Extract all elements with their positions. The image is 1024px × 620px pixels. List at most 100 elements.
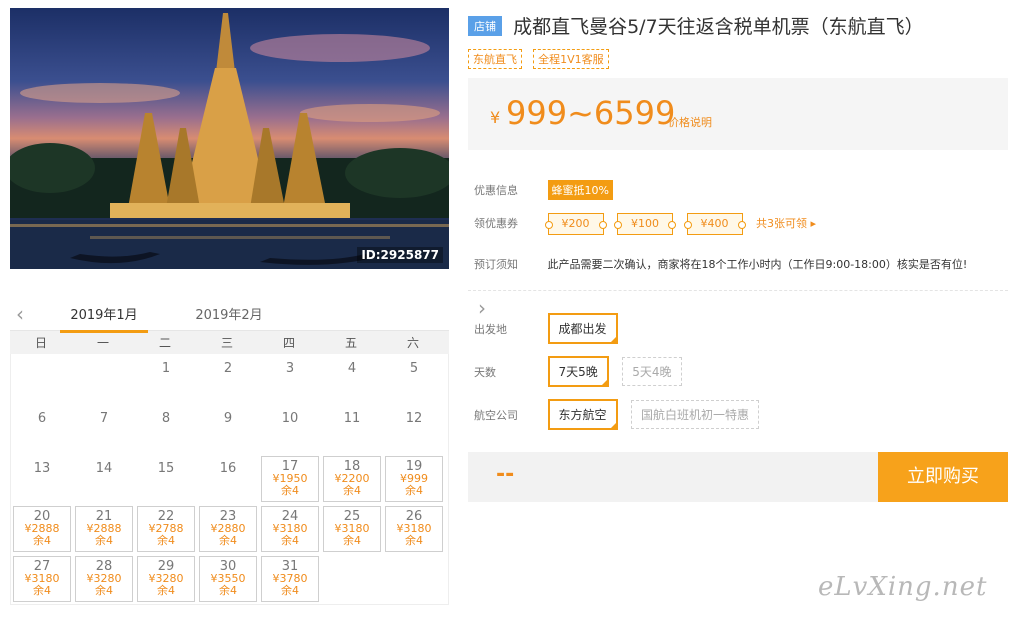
day-stock: 余4 xyxy=(95,534,113,547)
calendar-day-9: 9 xyxy=(197,404,259,454)
day-number: 5 xyxy=(409,361,419,376)
departure-label: 出发地 xyxy=(474,323,507,336)
calendar-day-29[interactable]: 29 ¥3280 余4 xyxy=(137,556,195,602)
buy-now-button[interactable]: 立即购买 xyxy=(878,452,1008,502)
day-number: 9 xyxy=(223,411,233,426)
chevron-left-icon[interactable]: ‹ xyxy=(16,302,24,326)
day-stock: 余4 xyxy=(281,534,299,547)
photo-id-label: ID:2925877 xyxy=(357,247,443,263)
calendar-day-31[interactable]: 31 ¥3780 余4 xyxy=(261,556,319,602)
day-stock: 余4 xyxy=(343,534,361,547)
buy-bar: -- 立即购买 xyxy=(468,452,1008,502)
day-stock: 余4 xyxy=(281,584,299,597)
promo-label: 优惠信息 xyxy=(474,184,518,197)
option-airline-eastern[interactable]: 东方航空 xyxy=(547,399,618,430)
day-number: 16 xyxy=(219,461,237,476)
calendar-day-17[interactable]: 17 ¥1950 余4 xyxy=(261,456,319,502)
calendar-day-13: 13 xyxy=(11,454,73,504)
calendar-day-24[interactable]: 24 ¥3180 余4 xyxy=(261,506,319,552)
day-number: 8 xyxy=(161,411,171,426)
calendar-day-27[interactable]: 27 ¥3180 余4 xyxy=(13,556,71,602)
day-stock: 余4 xyxy=(219,584,237,597)
day-stock: 余4 xyxy=(281,484,299,497)
day-stock: 余4 xyxy=(95,584,113,597)
title-row: 店铺 成都直飞曼谷5/7天往返含税单机票（东航直飞） xyxy=(468,12,924,39)
weekday-sun: 日 xyxy=(34,336,47,350)
day-stock: 余4 xyxy=(405,534,423,547)
calendar-blank-cell xyxy=(11,354,73,404)
days-label: 天数 xyxy=(474,366,496,379)
site-watermark: eLvXing.net xyxy=(818,572,988,602)
calendar-day-20[interactable]: 20 ¥2888 余4 xyxy=(13,506,71,552)
tab-month-feb[interactable]: 2019年2月 xyxy=(185,304,273,323)
calendar-day-11: 11 xyxy=(321,404,383,454)
option-days-5[interactable]: 5天4晚 xyxy=(622,357,682,386)
day-stock: 余4 xyxy=(343,484,361,497)
price-note-link[interactable]: 价格说明 xyxy=(668,114,712,130)
tag-service: 全程1V1客服 xyxy=(533,49,609,69)
coupon-row: 领优惠券 ¥200 ¥100 ¥400 共3张可领 ▸ xyxy=(474,213,816,235)
day-number: 11 xyxy=(343,411,361,426)
price-calendar: ‹ 2019年1月 2019年2月 › 日 一 二 三 四 五 六 123456… xyxy=(10,296,486,605)
calendar-day-10: 10 xyxy=(259,404,321,454)
coupon-label: 领优惠券 xyxy=(474,217,518,230)
calendar-blank-cell xyxy=(73,354,135,404)
option-departure-chengdu[interactable]: 成都出发 xyxy=(547,313,618,344)
day-number: 10 xyxy=(281,411,299,426)
option-airline-air-china[interactable]: 国航白班机初一特惠 xyxy=(631,400,760,429)
notice-text: 此产品需要二次确认，商家将在18个工作小时内（工作日9:00-18:00）核实是… xyxy=(547,258,968,271)
day-number: 3 xyxy=(285,361,295,376)
calendar-day-23[interactable]: 23 ¥2880 余4 xyxy=(199,506,257,552)
coupon-200[interactable]: ¥200 xyxy=(544,213,607,235)
day-number: 1 xyxy=(161,361,171,376)
day-number: 7 xyxy=(99,411,109,426)
calendar-day-15: 15 xyxy=(135,454,197,504)
tab-month-jan[interactable]: 2019年1月 xyxy=(60,304,148,333)
notice-row: 预订须知 此产品需要二次确认，商家将在18个工作小时内（工作日9:00-18:0… xyxy=(474,256,967,272)
day-stock: 余4 xyxy=(219,534,237,547)
notice-label: 预订须知 xyxy=(474,258,518,271)
coupon-400[interactable]: ¥400 xyxy=(683,213,746,235)
airline-label: 航空公司 xyxy=(474,409,518,422)
day-stock: 余4 xyxy=(405,484,423,497)
product-title: 成都直飞曼谷5/7天往返含税单机票（东航直飞） xyxy=(513,16,924,38)
coupon-more-link[interactable]: 共3张可领 ▸ xyxy=(756,217,816,230)
shop-badge[interactable]: 店铺 xyxy=(468,15,502,36)
promo-row: 优惠信息 蜂蜜抵10% xyxy=(474,180,613,200)
calendar-grid: 1 2 3 4 5 6 7 8 9 10 11 12 13 14 15 16 17 ¥1950 余4 18 ¥2200 余… xyxy=(10,354,449,605)
total-price-placeholder: -- xyxy=(496,462,515,487)
calendar-day-6: 6 xyxy=(11,404,73,454)
calendar-day-5: 5 xyxy=(383,354,445,404)
weekday-tue: 二 xyxy=(158,336,171,350)
calendar-day-25[interactable]: 25 ¥3180 余4 xyxy=(323,506,381,552)
product-tags: 东航直飞 全程1V1客服 xyxy=(468,48,615,69)
day-stock: 余4 xyxy=(157,584,175,597)
days-row: 天数 7天5晚 5天4晚 xyxy=(474,356,692,387)
calendar-day-30[interactable]: 30 ¥3550 余4 xyxy=(199,556,257,602)
calendar-day-18[interactable]: 18 ¥2200 余4 xyxy=(323,456,381,502)
day-number: 4 xyxy=(347,361,357,376)
weekday-sat: 六 xyxy=(406,336,419,350)
day-stock: 余4 xyxy=(33,534,51,547)
weekday-thu: 四 xyxy=(282,336,295,350)
day-number: 12 xyxy=(405,411,423,426)
option-days-7[interactable]: 7天5晚 xyxy=(547,356,610,387)
day-stock: 余4 xyxy=(157,534,175,547)
calendar-day-26[interactable]: 26 ¥3180 余4 xyxy=(385,506,443,552)
coupon-100[interactable]: ¥100 xyxy=(614,213,676,235)
calendar-header: ‹ 2019年1月 2019年2月 › xyxy=(10,296,486,333)
day-number: 13 xyxy=(33,461,51,476)
calendar-day-22[interactable]: 22 ¥2788 余4 xyxy=(137,506,195,552)
airline-row: 航空公司 东方航空 国航白班机初一特惠 xyxy=(474,399,769,430)
calendar-day-28[interactable]: 28 ¥3280 余4 xyxy=(75,556,133,602)
calendar-day-21[interactable]: 21 ¥2888 余4 xyxy=(75,506,133,552)
calendar-day-4: 4 xyxy=(321,354,383,404)
weekday-fri: 五 xyxy=(344,336,357,350)
calendar-day-19[interactable]: 19 ¥999 余4 xyxy=(385,456,443,502)
weekday-wed: 三 xyxy=(220,336,233,350)
tag-direct-flight: 东航直飞 xyxy=(468,49,522,69)
price-currency: ¥ xyxy=(490,108,501,127)
promo-badge: 蜂蜜抵10% xyxy=(547,180,613,200)
calendar-day-12: 12 xyxy=(383,404,445,454)
calendar-day-7: 7 xyxy=(73,404,135,454)
